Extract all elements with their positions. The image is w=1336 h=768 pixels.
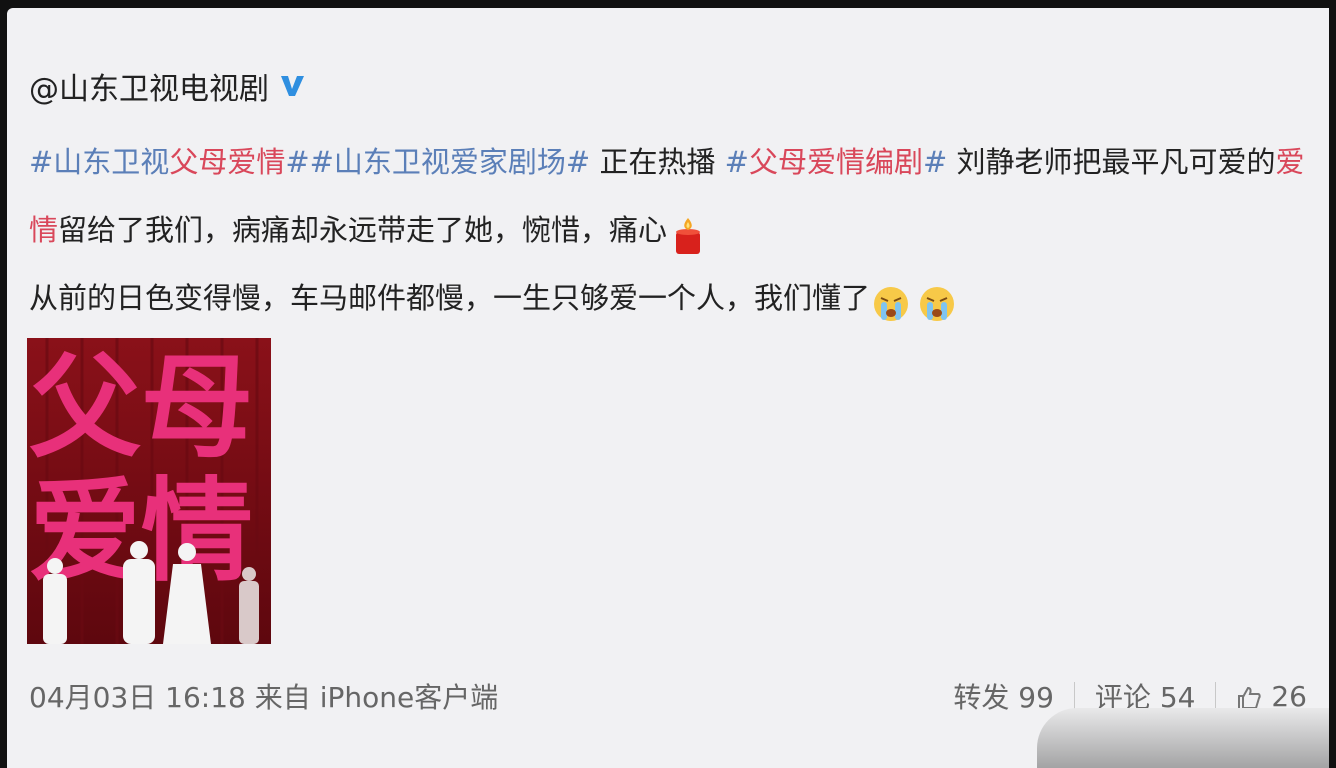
- post-text-segment: 正在热播: [590, 145, 725, 179]
- post-author-row: @山东卫视电视剧: [29, 64, 305, 108]
- post-text-segment: 留给了我们，病痛却永远带走了她，惋惜，痛心: [58, 213, 668, 247]
- source-prefix: 来自: [254, 681, 311, 714]
- post-text-segment: 从前的日色变得慢，车马邮件都慢，一生只够爱一个人，我们懂了: [29, 281, 871, 315]
- divider: [1073, 682, 1075, 710]
- post-image-thumbnail[interactable]: 父母 爱情: [27, 338, 271, 644]
- hashtag-screenwriter[interactable]: 父母爱情编剧: [749, 145, 923, 179]
- post-text-segment: 刘静老师把最平凡可爱的: [947, 145, 1276, 179]
- hashtag-close[interactable]: #: [923, 145, 947, 179]
- author-name-link[interactable]: @山东卫视电视剧: [29, 64, 269, 108]
- post-text-line-3: 从前的日色变得慢，车马邮件都慢，一生只够爱一个人，我们懂了: [29, 264, 1299, 332]
- hashtag-aijia-theater[interactable]: ##山东卫视爱家剧场#: [285, 145, 590, 179]
- post-time[interactable]: 16:18: [165, 681, 246, 714]
- screenshot-frame: @山东卫视电视剧 #山东卫视父母爱情##山东卫视爱家剧场# 正在热播 #父母爱情…: [0, 0, 1336, 768]
- weibo-post-card: @山东卫视电视剧 #山东卫视父母爱情##山东卫视爱家剧场# 正在热播 #父母爱情…: [7, 8, 1329, 768]
- poster-title-top: 父母: [29, 343, 253, 473]
- hashtag-open[interactable]: #: [725, 145, 749, 179]
- hashtag-shandong-tv[interactable]: #山东卫视: [29, 145, 169, 179]
- highlight-text: 爱: [1275, 145, 1305, 179]
- highlight-text: 情: [29, 213, 59, 247]
- thumbs-up-icon: [1236, 685, 1262, 711]
- corner-overlay: [1037, 708, 1329, 768]
- post-text-line-2: 情留给了我们，病痛却永远带走了她，惋惜，痛心: [29, 196, 1299, 264]
- repost-label: 转发: [953, 681, 1010, 714]
- post-source[interactable]: iPhone客户端: [320, 681, 499, 714]
- post-text-line-1: #山东卫视父母爱情##山东卫视爱家剧场# 正在热播 #父母爱情编剧# 刘静老师把…: [29, 128, 1305, 196]
- crying-face-icon: [872, 280, 910, 321]
- verified-v-icon: [279, 73, 305, 99]
- divider: [1215, 682, 1217, 710]
- repost-count: 99: [1018, 681, 1054, 714]
- repost-button[interactable]: 转发 99: [953, 676, 1054, 716]
- hashtag-fumu-aiqing[interactable]: 父母爱情: [169, 145, 285, 179]
- crying-face-icon: [918, 280, 956, 321]
- post-date[interactable]: 04月03日: [29, 681, 156, 714]
- post-text: #山东卫视父母爱情##山东卫视爱家剧场# 正在热播 #父母爱情编剧# 刘静老师把…: [29, 128, 1305, 332]
- post-meta: 04月03日 16:18 来自 iPhone客户端: [29, 676, 498, 716]
- candle-icon: [669, 212, 707, 254]
